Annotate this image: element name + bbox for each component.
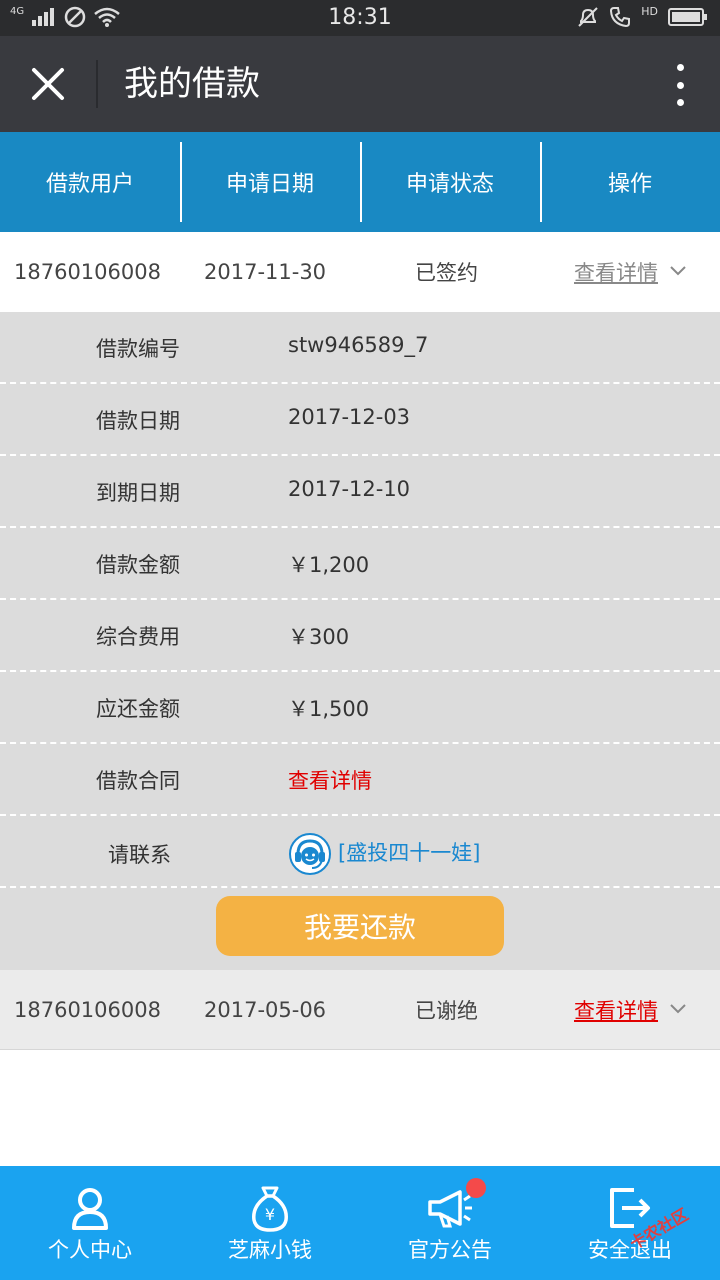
- mute-bell-icon: [578, 7, 598, 27]
- nav-label: 官方公告: [408, 1238, 492, 1262]
- bottom-nav: 个人中心 ¥ 芝麻小钱 官方公告 安全退出: [0, 1166, 720, 1280]
- detail-label: 借款日期: [96, 409, 180, 433]
- detail-label: 综合费用: [96, 625, 180, 649]
- repay-button[interactable]: 我要还款: [216, 896, 504, 956]
- dot-icon: [676, 81, 684, 89]
- nav-item-personal-center[interactable]: 个人中心: [0, 1166, 180, 1280]
- notification-badge: [466, 1178, 486, 1198]
- loan-apply-date: 2017-11-30: [204, 260, 327, 284]
- detail-row-amount: 借款金额 ￥1,200: [0, 528, 720, 600]
- detail-value: stw946589_7: [288, 333, 429, 357]
- detail-row-contract: 借款合同 查看详情: [0, 744, 720, 816]
- detail-row-loan-date: 借款日期 2017-12-03: [0, 384, 720, 456]
- title-divider: [96, 60, 98, 108]
- svg-text:¥: ¥: [265, 1205, 275, 1224]
- watermark-text: 卡农社区: [627, 1205, 692, 1253]
- phone-icon: [610, 7, 631, 28]
- table-header: 借款用户 申请日期 申请状态 操作: [0, 132, 720, 232]
- hd-label: HD: [641, 4, 658, 18]
- detail-value: ￥1,500: [288, 697, 370, 721]
- nav-item-small-money[interactable]: ¥ 芝麻小钱: [180, 1166, 360, 1280]
- column-header-date: 申请日期: [180, 132, 360, 232]
- table-row: 18760106008 2017-11-30 已签约 查看详情: [0, 232, 720, 312]
- column-header-action: 操作: [540, 132, 720, 232]
- detail-label: 应还金额: [96, 697, 180, 721]
- dot-icon: [676, 64, 684, 71]
- loan-user: 18760106008: [14, 997, 161, 1022]
- detail-row-repay-amount: 应还金额 ￥1,500: [0, 672, 720, 744]
- loan-status: 已谢绝: [415, 998, 478, 1023]
- money-bag-icon: ¥: [252, 1186, 288, 1232]
- loan-user: 18760106008: [14, 260, 161, 284]
- customer-service-icon[interactable]: [288, 832, 332, 876]
- detail-label: 借款金额: [96, 553, 180, 577]
- chevron-down-icon[interactable]: [670, 266, 686, 276]
- contact-agent-link[interactable]: [盛投四十一娃]: [338, 837, 480, 867]
- close-icon: [32, 68, 64, 100]
- detail-label: 借款合同: [96, 769, 180, 793]
- loan-status: 已签约: [415, 261, 478, 285]
- contract-view-link[interactable]: 查看详情: [288, 765, 372, 795]
- detail-row-due-date: 到期日期 2017-12-10: [0, 456, 720, 528]
- detail-value: 2017-12-03: [288, 405, 411, 429]
- detail-row-fee: 综合费用 ￥300: [0, 600, 720, 672]
- nav-label: 芝麻小钱: [228, 1238, 312, 1262]
- watermark-logo: 卡农社区: [627, 1205, 692, 1253]
- table-row: 18760106008 2017-05-06 已谢绝 查看详情: [0, 970, 720, 1050]
- view-details-link[interactable]: 查看详情: [574, 257, 658, 287]
- page-title: 我的借款: [124, 64, 260, 104]
- view-details-link[interactable]: 查看详情: [574, 995, 658, 1025]
- detail-label: 请联系: [108, 843, 171, 867]
- dot-icon: [676, 99, 684, 106]
- person-icon: [72, 1188, 108, 1230]
- column-header-user: 借款用户: [45, 172, 134, 197]
- column-header-status: 申请状态: [360, 132, 540, 232]
- nav-item-announcements[interactable]: 官方公告: [360, 1166, 540, 1280]
- loan-detail-panel: 借款编号 stw946589_7 借款日期 2017-12-03 到期日期 20…: [0, 312, 720, 970]
- status-bar: 4G 18:31 HD: [0, 0, 720, 36]
- nav-label: 个人中心: [48, 1238, 132, 1262]
- detail-label: 借款编号: [96, 337, 180, 361]
- chevron-down-icon[interactable]: [670, 1004, 686, 1014]
- loan-apply-date: 2017-05-06: [204, 997, 327, 1022]
- detail-value: 2017-12-10: [288, 477, 411, 501]
- detail-row-contact: 请联系 [盛投四十一娃]: [0, 816, 720, 888]
- detail-value: ￥1,200: [288, 553, 370, 577]
- close-button[interactable]: [24, 60, 72, 108]
- title-bar: 我的借款: [0, 36, 720, 132]
- detail-value: ￥300: [288, 625, 350, 649]
- battery-icon: [668, 8, 707, 26]
- more-menu-button[interactable]: [670, 64, 690, 106]
- detail-row-loan-no: 借款编号 stw946589_7: [0, 312, 720, 384]
- detail-label: 到期日期: [96, 481, 180, 505]
